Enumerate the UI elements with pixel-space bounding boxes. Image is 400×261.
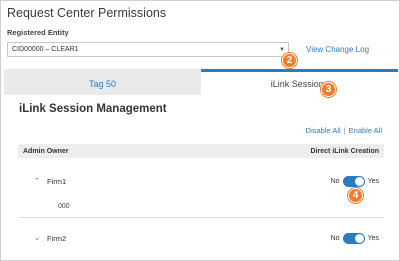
row-divider <box>18 217 384 218</box>
section-title: iLink Session Management <box>19 103 167 115</box>
toggle-knob <box>354 233 364 243</box>
enable-all-link[interactable]: Enable All <box>349 126 382 135</box>
toggle-yes-label: Yes <box>367 177 379 185</box>
firm-toggle-expand[interactable]: ⌃ Firm1 <box>18 177 66 186</box>
chevron-down-icon: ▼ <box>279 46 285 53</box>
view-change-log-link[interactable]: View Change Log <box>306 45 369 54</box>
registered-entity-label: Registered Entity <box>7 28 69 37</box>
chevron-down-icon: ⌄ <box>34 235 40 242</box>
chevron-up-icon: ⌃ <box>34 178 40 185</box>
bulk-actions: Disable All | Enable All <box>306 126 382 135</box>
page-title: Request Center Permissions <box>7 6 167 20</box>
firm-toggle-expand[interactable]: ⌄ Firm2 <box>18 234 66 243</box>
column-admin-owner: Admin Owner <box>23 147 69 155</box>
direct-ilink-toggle[interactable] <box>342 232 365 244</box>
toggle-knob <box>354 176 364 186</box>
toggle-yes-label: Yes <box>367 234 379 242</box>
callout-badge-4: 4 <box>348 188 363 203</box>
callout-badge-2: 2 <box>282 53 297 68</box>
registered-entity-select[interactable]: CID00000 – CLEAR1 ▼ <box>7 42 289 57</box>
table-header: Admin Owner Direct iLink Creation <box>18 144 384 158</box>
permissions-panel: Request Center Permissions Registered En… <box>0 0 400 261</box>
tab-bar: Tag 50 iLink Sessions <box>4 69 398 95</box>
toggle-no-label: No <box>330 234 340 242</box>
direct-ilink-toggle-group: No Yes <box>330 232 384 244</box>
tab-tag-50[interactable]: Tag 50 <box>4 69 201 95</box>
toggle-no-label: No <box>330 177 340 185</box>
callout-badge-3: 3 <box>321 82 336 97</box>
link-separator: | <box>343 126 346 135</box>
tab-ilink-sessions[interactable]: iLink Sessions <box>201 69 398 95</box>
firm-name: Firm1 <box>47 176 67 186</box>
disable-all-link[interactable]: Disable All <box>306 126 341 135</box>
direct-ilink-toggle-group: No Yes <box>330 175 384 187</box>
firm-sub-row: 000 <box>58 202 70 210</box>
table-row: ⌄ Firm2 No Yes <box>18 230 384 246</box>
firm-name: Firm2 <box>47 233 67 243</box>
column-direct-ilink-creation: Direct iLink Creation <box>310 147 379 155</box>
direct-ilink-toggle[interactable] <box>342 175 365 187</box>
registered-entity-value: CID00000 – CLEAR1 <box>12 46 79 53</box>
table-row: ⌃ Firm1 No Yes <box>18 173 384 189</box>
